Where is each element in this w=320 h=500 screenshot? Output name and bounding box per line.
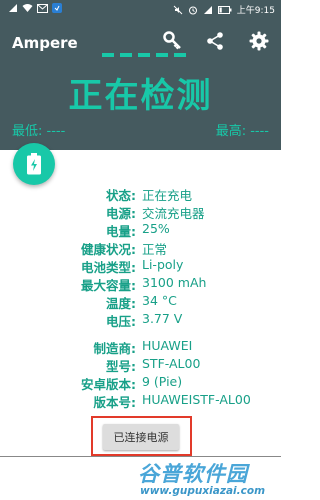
- wifi-icon: [22, 4, 33, 12]
- info-value: 正在充电: [142, 188, 193, 203]
- mute-icon: [173, 5, 183, 14]
- info-label: 最大容量:: [81, 278, 136, 293]
- info-label: 电池类型:: [81, 260, 136, 275]
- info-row-status: 状态: 正在充电: [0, 185, 281, 203]
- info-row-temperature: 温度: 34 °C: [0, 293, 281, 311]
- signal-bars-icon: [203, 5, 212, 14]
- info-value: STF-AL00: [142, 356, 201, 371]
- key-icon: [163, 31, 181, 50]
- info-row-manufacturer: 制造商: HUAWEI: [0, 338, 281, 356]
- dash: [156, 53, 168, 57]
- key-button[interactable]: [161, 29, 185, 53]
- info-label: 电量:: [106, 224, 136, 239]
- status-bar: 上午9:15: [0, 0, 281, 20]
- info-row-power-source: 电源: 交流充电器: [0, 203, 281, 221]
- watermark-url: www.gupuxiazai.com: [140, 485, 266, 497]
- alarm-icon: [188, 6, 197, 14]
- info-value: HUAWEI: [142, 338, 193, 353]
- info-label: 版本号:: [93, 395, 137, 410]
- info-row-voltage: 电压: 3.77 V: [0, 311, 281, 329]
- battery-charging-icon: [27, 153, 41, 175]
- dash: [174, 53, 186, 57]
- battery-icon: [217, 5, 232, 14]
- divider: [0, 456, 281, 457]
- settings-button[interactable]: [247, 29, 271, 53]
- mail-icon: [37, 3, 48, 13]
- settings-icon: [249, 31, 269, 51]
- info-value: 9 (Pie): [142, 374, 183, 389]
- app-title: Ampere: [12, 34, 78, 52]
- info-value: 25%: [142, 221, 170, 236]
- info-value: Li-poly: [142, 257, 184, 272]
- share-icon: [207, 32, 223, 50]
- dash: [138, 53, 150, 57]
- info-row-capacity: 最大容量: 3100 mAh: [0, 275, 281, 293]
- info-row-health: 健康状况: 正常: [0, 239, 281, 257]
- info-value: 交流充电器: [142, 206, 205, 221]
- reading-placeholder-dashes: [102, 53, 186, 57]
- site-watermark: 谷普软件园 www.gupuxiazai.com: [138, 458, 281, 500]
- info-row-android-version: 安卓版本: 9 (Pie): [0, 374, 281, 392]
- info-label: 状态:: [106, 188, 136, 203]
- status-left-icons: [8, 3, 62, 13]
- info-label: 安卓版本:: [81, 377, 136, 392]
- info-value: 3.77 V: [142, 311, 183, 326]
- info-value: 3100 mAh: [142, 275, 207, 290]
- info-label: 电源:: [106, 206, 136, 221]
- info-label: 型号:: [106, 359, 136, 374]
- info-row-battery-type: 电池类型: Li-poly: [0, 257, 281, 275]
- max-reading: 最高: ----: [215, 124, 269, 139]
- info-row-level: 电量: 25%: [0, 221, 281, 239]
- battery-fab-button[interactable]: [13, 143, 55, 185]
- info-value: 34 °C: [142, 293, 177, 308]
- header: Ampere 正在检测 最低: ---- 最高: ----: [0, 20, 281, 150]
- info-label: 电压:: [106, 314, 136, 329]
- info-row-model: 型号: STF-AL00: [0, 356, 281, 374]
- info-value: HUAWEISTF-AL00: [142, 392, 251, 407]
- status-time: 上午9:15: [236, 6, 275, 16]
- power-connected-button[interactable]: 已连接电源: [103, 424, 179, 450]
- status-right-icons: 上午9:15: [173, 3, 275, 16]
- info-label: 健康状况:: [81, 242, 136, 257]
- watermark-title: 谷普软件园: [138, 462, 248, 486]
- dash: [102, 53, 114, 57]
- info-label: 制造商:: [93, 341, 137, 356]
- signal-icon: [9, 4, 17, 12]
- info-label: 温度:: [106, 296, 136, 311]
- info-value: 正常: [142, 242, 168, 257]
- detecting-status: 正在检测: [68, 76, 213, 116]
- share-button[interactable]: [203, 29, 227, 53]
- min-reading: 最低: ----: [12, 124, 66, 139]
- app-notification-icon: [52, 3, 62, 13]
- info-row-build-number: 版本号: HUAWEISTF-AL00: [0, 392, 281, 410]
- dash: [120, 53, 132, 57]
